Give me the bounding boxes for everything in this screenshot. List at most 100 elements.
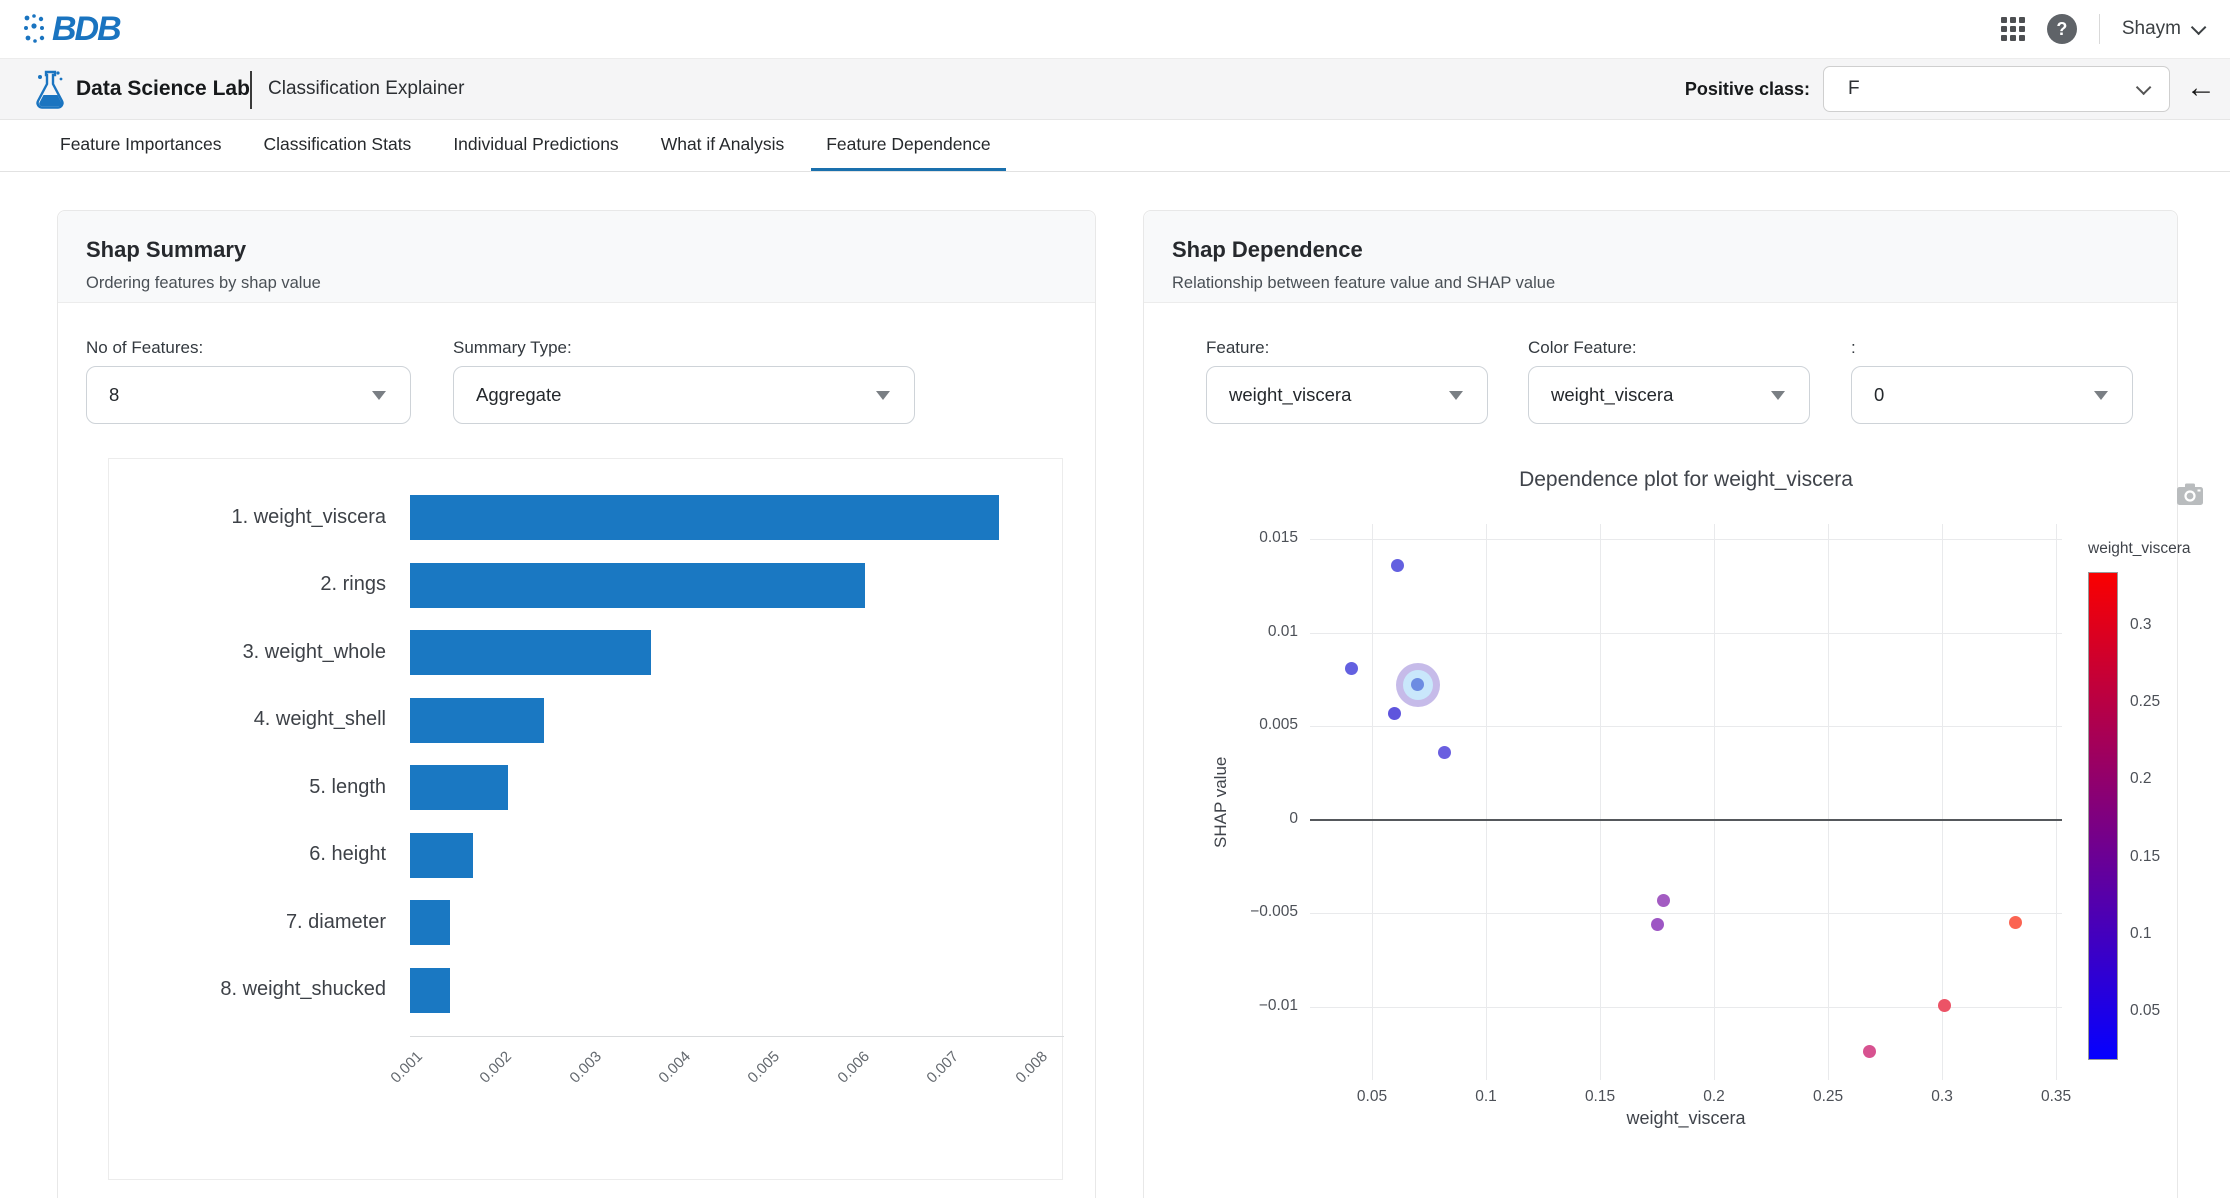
colorbar-tick-label: 0.25 [2130,693,2200,711]
gridline-horizontal [1310,913,2062,914]
index-value: 0 [1874,384,1884,406]
user-menu[interactable]: Shaym [2122,18,2202,40]
scatter-point[interactable] [1438,746,1451,759]
scatter-point[interactable] [1657,894,1670,907]
x-tick-label: 0.25 [1798,1088,1858,1106]
card-title: Shap Summary [86,237,1067,263]
index-select[interactable]: 0 [1851,366,2133,424]
dropdown-triangle-icon [2094,391,2108,400]
positive-class-select[interactable]: F [1823,66,2170,112]
y-tick-label: −0.005 [1238,903,1298,921]
x-tick-label: 0.05 [1342,1088,1402,1106]
apps-grid-icon[interactable] [2001,17,2025,41]
bar-category-label: 2. rings [109,573,386,596]
x-tick-label: 0.15 [1570,1088,1630,1106]
dropdown-triangle-icon [1449,391,1463,400]
x-tick-label: 0.005 [745,1048,784,1087]
header-divider [2099,14,2100,44]
scatter-point[interactable] [2009,916,2022,929]
summary-type-select[interactable]: Aggregate [453,366,915,424]
gridline-horizontal [1310,726,2062,727]
color-feature-value: weight_viscera [1551,384,1673,406]
bar-category-label: 3. weight_whole [109,641,386,664]
colorbar-title: weight_viscera [2088,540,2230,558]
back-arrow-button[interactable]: ← [2186,71,2216,105]
bar-5 [410,765,508,810]
card-title: Shap Dependence [1172,237,2149,263]
x-tick-label: 0.008 [1013,1048,1052,1087]
x-tick-label: 0.3 [1912,1088,1972,1106]
bar-category-label: 8. weight_shucked [109,978,386,1001]
plot-area [1310,524,2062,1080]
dropdown-triangle-icon [1771,391,1785,400]
y-tick-label: 0.005 [1238,716,1298,734]
color-feature-select[interactable]: weight_viscera [1528,366,1810,424]
dropdown-triangle-icon [876,391,890,400]
x-tick-label: 0.004 [655,1048,694,1087]
feature-value: weight_viscera [1229,384,1351,406]
index-label: : [1851,338,1856,358]
bar-6 [410,833,473,878]
chevron-down-icon [2191,19,2207,35]
title-divider [250,71,252,109]
top-header: BDB ? Shaym [0,0,2230,58]
y-tick-label: 0.01 [1238,623,1298,641]
y-tick-label: 0 [1238,810,1298,828]
gridline-vertical [1372,524,1373,1080]
scatter-point[interactable] [1391,559,1404,572]
colorbar-tick-label: 0.1 [2130,925,2200,943]
bar-category-label: 5. length [109,776,386,799]
shap-summary-bar-chart: 1. weight_viscera 2. rings 3. weight_whole… [108,458,1063,1180]
gridline-vertical [1600,524,1601,1080]
positive-class-label: Positive class: [1685,79,1810,100]
no-of-features-value: 8 [109,384,119,406]
shap-dependence-header: Shap Dependence Relationship between fea… [1144,211,2177,303]
x-axis-line [410,1036,1064,1037]
no-of-features-select[interactable]: 8 [86,366,411,424]
bar-category-label: 1. weight_viscera [109,506,386,529]
gridline-vertical [1828,524,1829,1080]
bar-4 [410,698,544,743]
scatter-point[interactable] [1345,662,1358,675]
summary-type-label: Summary Type: [453,338,572,358]
logo-dots-icon [22,12,48,46]
help-glyph: ? [2056,19,2067,40]
zero-reference-line [1310,819,2062,821]
bar-category-label: 7. diameter [109,911,386,934]
colorbar-tick-label: 0.3 [2130,616,2200,634]
bar-8 [410,968,450,1013]
help-icon[interactable]: ? [2047,14,2077,44]
logo-text: BDB [52,10,120,49]
x-tick-label: 0.003 [566,1048,605,1087]
tab-individual-predictions[interactable]: Individual Predictions [438,120,633,171]
bar-1 [410,495,999,540]
flask-icon [30,69,70,111]
scatter-point[interactable] [1938,999,1951,1012]
scatter-point[interactable] [1651,918,1664,931]
tab-bar: Feature Importances Classification Stats… [0,120,2230,172]
bar-category-label: 4. weight_shell [109,708,386,731]
tab-what-if-analysis[interactable]: What if Analysis [646,120,800,171]
feature-select[interactable]: weight_viscera [1206,366,1488,424]
x-tick-label: 0.002 [477,1048,516,1087]
shap-summary-header: Shap Summary Ordering features by shap v… [58,211,1095,303]
app-title: Data Science Lab [76,77,250,101]
tab-classification-stats[interactable]: Classification Stats [248,120,426,171]
y-axis-title: SHAP value [1211,524,1235,1080]
gridline-vertical [1942,524,1943,1080]
download-plot-camera-icon[interactable] [2176,482,2204,506]
tab-feature-importances[interactable]: Feature Importances [45,120,236,171]
bdb-logo[interactable]: BDB [22,8,120,50]
app-header: Data Science Lab Classification Explaine… [0,58,2230,120]
chevron-down-icon [2136,79,2152,95]
scatter-point[interactable] [1863,1045,1876,1058]
bar-category-label: 6. height [109,843,386,866]
dependence-plot-title: Dependence plot for weight_viscera [1310,468,2062,492]
tab-feature-dependence[interactable]: Feature Dependence [811,120,1005,171]
user-name: Shaym [2122,18,2181,40]
scatter-point[interactable] [1388,707,1401,720]
summary-type-value: Aggregate [476,384,561,406]
color-feature-label: Color Feature: [1528,338,1637,358]
no-of-features-label: No of Features: [86,338,203,358]
feature-label: Feature: [1206,338,1269,358]
